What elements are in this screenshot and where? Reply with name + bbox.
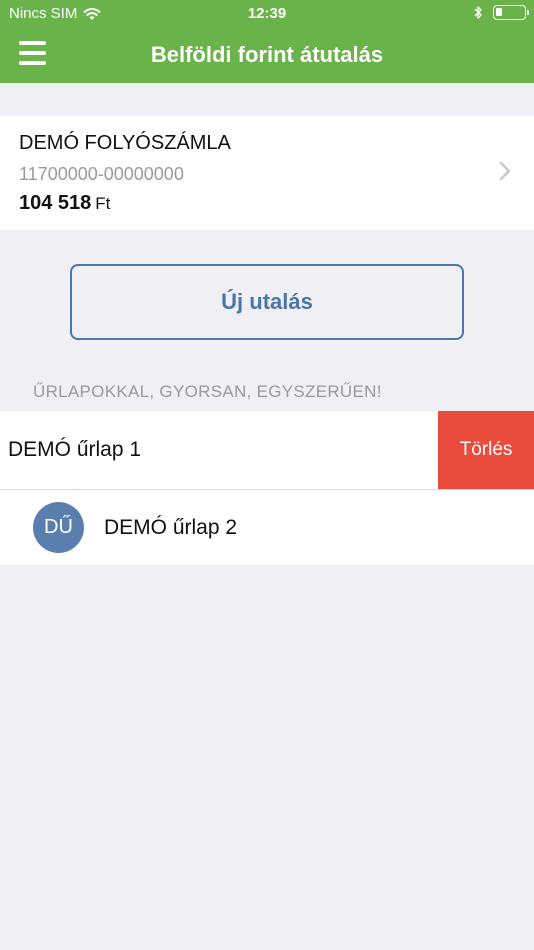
form-item-1[interactable]: DEMÓ űrlap 1 xyxy=(0,411,438,489)
account-name: DEMÓ FOLYÓSZÁMLA xyxy=(19,132,231,154)
delete-button[interactable]: Törlés xyxy=(438,411,534,489)
status-right xyxy=(474,5,529,20)
account-number: 11700000-00000000 xyxy=(19,164,184,184)
top-bar: Nincs SIM 12:39 Belföldi forint átutalás xyxy=(0,0,534,83)
form-item-2[interactable]: DŰ DEMÓ űrlap 2 xyxy=(0,490,534,565)
form-item-label: DEMÓ űrlap 1 xyxy=(8,438,142,461)
avatar: DŰ xyxy=(33,502,84,553)
forms-section-header: ŰRLAPOKKAL, GYORSAN, EGYSZERŰEN! xyxy=(33,382,382,401)
status-time: 12:39 xyxy=(247,5,287,22)
account-card[interactable]: DEMÓ FOLYÓSZÁMLA 11700000-00000000 104 5… xyxy=(0,116,534,230)
status-bar: Nincs SIM 12:39 xyxy=(0,0,534,28)
bluetooth-icon xyxy=(474,6,482,19)
battery-icon xyxy=(493,5,529,20)
account-balance: 104 518 Ft xyxy=(19,192,110,215)
nav-bar: Belföldi forint átutalás xyxy=(0,28,534,83)
new-transfer-button[interactable]: Új utalás xyxy=(70,264,464,340)
list-item: DEMÓ űrlap 1 Törlés xyxy=(0,411,534,489)
balance-currency: Ft xyxy=(95,194,111,213)
form-item-label: DEMÓ űrlap 2 xyxy=(104,516,238,539)
chevron-right-icon xyxy=(499,161,511,181)
page-title: Belföldi forint átutalás xyxy=(150,42,384,67)
balance-amount: 104 518 xyxy=(19,192,92,214)
